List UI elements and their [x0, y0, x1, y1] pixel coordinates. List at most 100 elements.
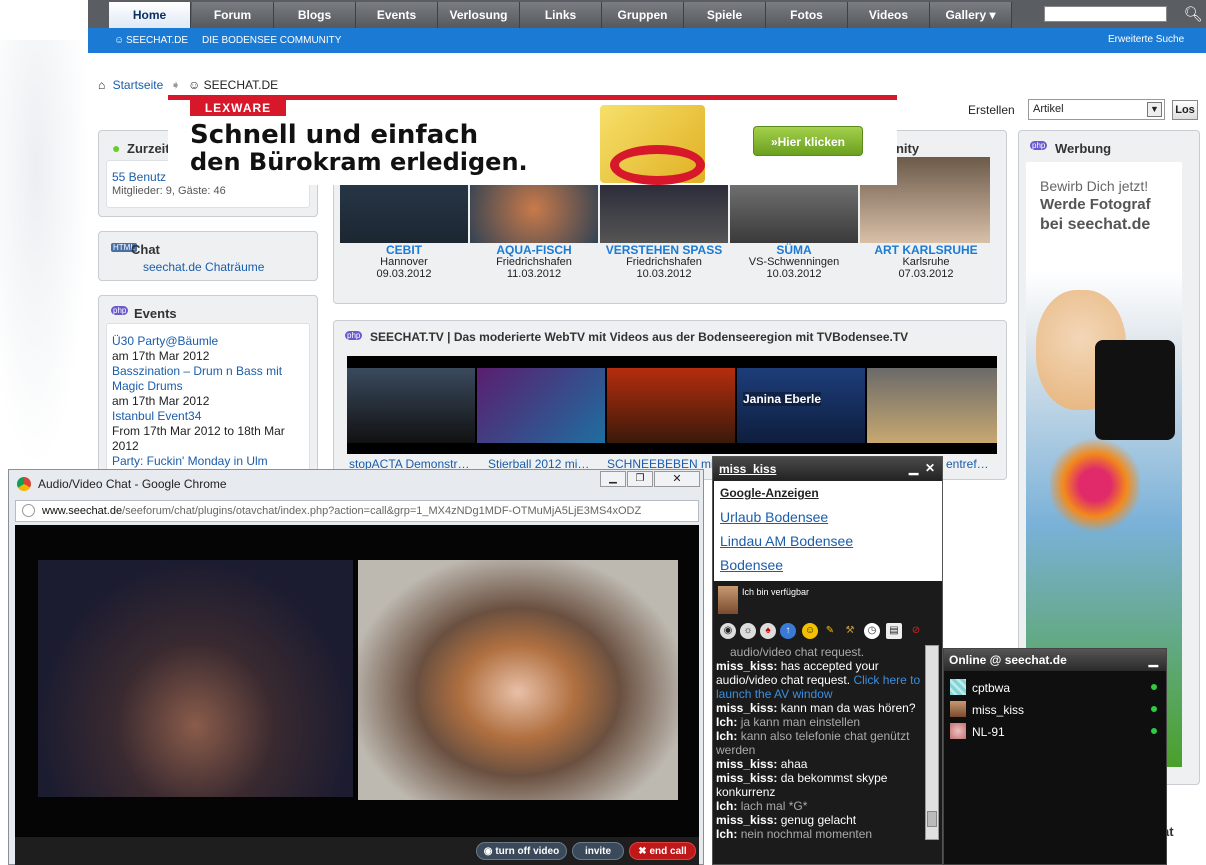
close-icon[interactable]: ✕	[925, 461, 935, 475]
chat-scrollbar[interactable]	[925, 645, 939, 840]
nav-spiele[interactable]: Spiele	[684, 2, 766, 28]
nav-events[interactable]: Events	[356, 2, 438, 28]
upload-icon[interactable]: ↑	[780, 623, 796, 639]
restore-button[interactable]: ❐	[627, 471, 653, 487]
breadcrumb-current: SEECHAT.DE	[203, 78, 279, 92]
nav-blogs[interactable]: Blogs	[274, 2, 356, 28]
event-title[interactable]: VERSTEHEN SPASS	[600, 243, 728, 257]
ad-headline-2: den Bürokram erledigen.	[190, 148, 528, 176]
keyboard-icon[interactable]: ▤	[886, 623, 902, 639]
subnav-slogan[interactable]: DIE BODENSEE COMMUNITY	[202, 35, 341, 46]
event-link[interactable]: Ü30 Party@Bäumle	[112, 334, 307, 349]
event-title[interactable]: CEBIT	[340, 243, 468, 257]
chat-message: Ich: kann also telefonie chat genützt we…	[716, 729, 924, 757]
smiley-icon[interactable]: ☺	[802, 623, 818, 639]
webcam-icon[interactable]: ◉	[720, 623, 736, 639]
event-link[interactable]: Basszination – Drum n Bass mit Magic Dru…	[112, 364, 307, 394]
chat-user-name[interactable]: miss_kiss	[719, 462, 776, 476]
bulb-icon[interactable]: ☼	[740, 623, 756, 639]
ad-link[interactable]: Urlaub Bodensee	[720, 509, 828, 525]
online-users-title: Online @ seechat.de	[949, 653, 1067, 667]
create-go-button[interactable]: Los	[1172, 100, 1198, 120]
chat-message: audio/video chat request.	[716, 645, 924, 659]
werbung-line-2: Werde Fotograf	[1040, 196, 1151, 213]
ad-link[interactable]: Lindau AM Bodensee	[720, 533, 853, 549]
nav-gruppen[interactable]: Gruppen	[602, 2, 684, 28]
minimize-icon[interactable]: ▁	[909, 461, 918, 475]
advanced-search-link[interactable]: Erweiterte Suche	[1108, 34, 1184, 45]
nav-videos[interactable]: Videos	[848, 2, 930, 28]
chat-message-text: ja kann man einstellen	[740, 715, 861, 729]
turn-off-video-button[interactable]: ◉ turn off video	[476, 842, 567, 860]
event-date: am 17th Mar 2012	[112, 394, 210, 408]
broom-icon[interactable]: ⚒	[842, 623, 858, 639]
site-icon: ☺	[114, 35, 125, 46]
create-select[interactable]: Artikel ▼	[1028, 99, 1165, 120]
video-thumbnail[interactable]	[607, 368, 735, 443]
nav-links[interactable]: Links	[520, 2, 602, 28]
event-date: 10.03.2012	[766, 268, 822, 280]
minimize-button[interactable]: ▁	[600, 471, 626, 487]
home-icon[interactable]: ⌂	[98, 78, 105, 92]
subnav-site[interactable]: SEECHAT.DE	[126, 35, 188, 46]
ad-click-button[interactable]: »Hier klicken	[753, 126, 863, 156]
panel-zurzeit-title: Zurzeit	[127, 141, 170, 156]
video-caption[interactable]: entref…	[946, 457, 996, 471]
video-thumbnail[interactable]	[477, 368, 605, 443]
minimize-icon[interactable]: ▁	[1149, 649, 1158, 671]
online-user[interactable]: miss_kiss	[972, 703, 1024, 717]
event-date: 11.03.2012	[506, 268, 562, 280]
nav-fotos[interactable]: Fotos	[766, 2, 848, 28]
php-icon: php	[1030, 141, 1048, 150]
nav-forum[interactable]: Forum	[192, 2, 274, 28]
search-input[interactable]	[1044, 6, 1167, 22]
block-icon[interactable]: ⊘	[908, 623, 924, 639]
event-link[interactable]: Party: Fuckin' Monday in Ulm	[112, 454, 307, 469]
chat-rooms-link[interactable]: seechat.de Chaträume	[143, 260, 264, 274]
nav-gallery[interactable]: Gallery ▾	[930, 2, 1012, 28]
event-link[interactable]: Istanbul Event34	[112, 409, 307, 424]
ad-link[interactable]: Bodensee	[720, 557, 783, 573]
close-button[interactable]: ✕	[654, 471, 700, 487]
php-icon: php	[111, 306, 129, 315]
pencil-icon[interactable]: ✎	[822, 623, 838, 639]
user-avatar	[950, 679, 966, 695]
address-bar[interactable]: www.seechat.de/seeforum/chat/plugins/ota…	[15, 500, 699, 522]
user-avatar	[950, 723, 966, 739]
php-icon: php	[345, 331, 363, 340]
search-icon[interactable]: 🔍︎	[1182, 4, 1204, 26]
panel-werbung-title: Werbung	[1055, 141, 1112, 156]
online-user[interactable]: NL-91	[972, 725, 1005, 739]
invite-button[interactable]: invite	[572, 842, 624, 860]
chat-sender: miss_kiss:	[716, 701, 778, 715]
chrome-window-title: Audio/Video Chat - Google Chrome	[38, 477, 227, 491]
event-title[interactable]: AQUA-FISCH	[470, 243, 598, 257]
nav-home[interactable]: Home	[109, 2, 191, 28]
end-call-label: end call	[649, 846, 687, 857]
video-thumbnail[interactable]	[347, 368, 475, 443]
scrollbar-thumb[interactable]	[927, 811, 937, 827]
event-place: VS-Schwenningen	[748, 256, 840, 268]
url-path: /seeforum/chat/plugins/otavchat/index.ph…	[122, 505, 642, 517]
chat-message: Ich: ja kann man einstellen	[716, 715, 924, 729]
video-thumbnail[interactable]: Janina Eberle	[737, 368, 865, 443]
cards-icon[interactable]: ♠	[760, 623, 776, 639]
event-date: From 17th Mar 2012 to 18th Mar 2012	[112, 424, 285, 453]
breadcrumb-home[interactable]: Startseite	[113, 78, 164, 92]
chat-sender: miss_kiss:	[716, 771, 778, 785]
online-user[interactable]: cptbwa	[972, 681, 1010, 695]
flower-lei-image	[1050, 420, 1140, 550]
video-thumbnail[interactable]	[867, 368, 997, 443]
chat-sender: Ich:	[716, 715, 738, 729]
arrow-icon: ➧	[170, 78, 181, 92]
users-online-link[interactable]: 55 Benutz	[112, 170, 166, 184]
event-title[interactable]: SÜMA	[730, 243, 858, 257]
chat-message-text: audio/video chat request.	[730, 645, 865, 659]
end-call-button[interactable]: ✖ end call	[629, 842, 696, 860]
chat-sender: Ich:	[716, 799, 738, 813]
event-title[interactable]: ART KARLSRUHE	[862, 243, 990, 257]
nav-verlosung[interactable]: Verlosung	[438, 2, 520, 28]
chevron-down-icon: ▾	[989, 8, 996, 22]
event-place: Friedrichshafen	[626, 256, 702, 268]
clock-icon[interactable]: ◷	[864, 623, 880, 639]
